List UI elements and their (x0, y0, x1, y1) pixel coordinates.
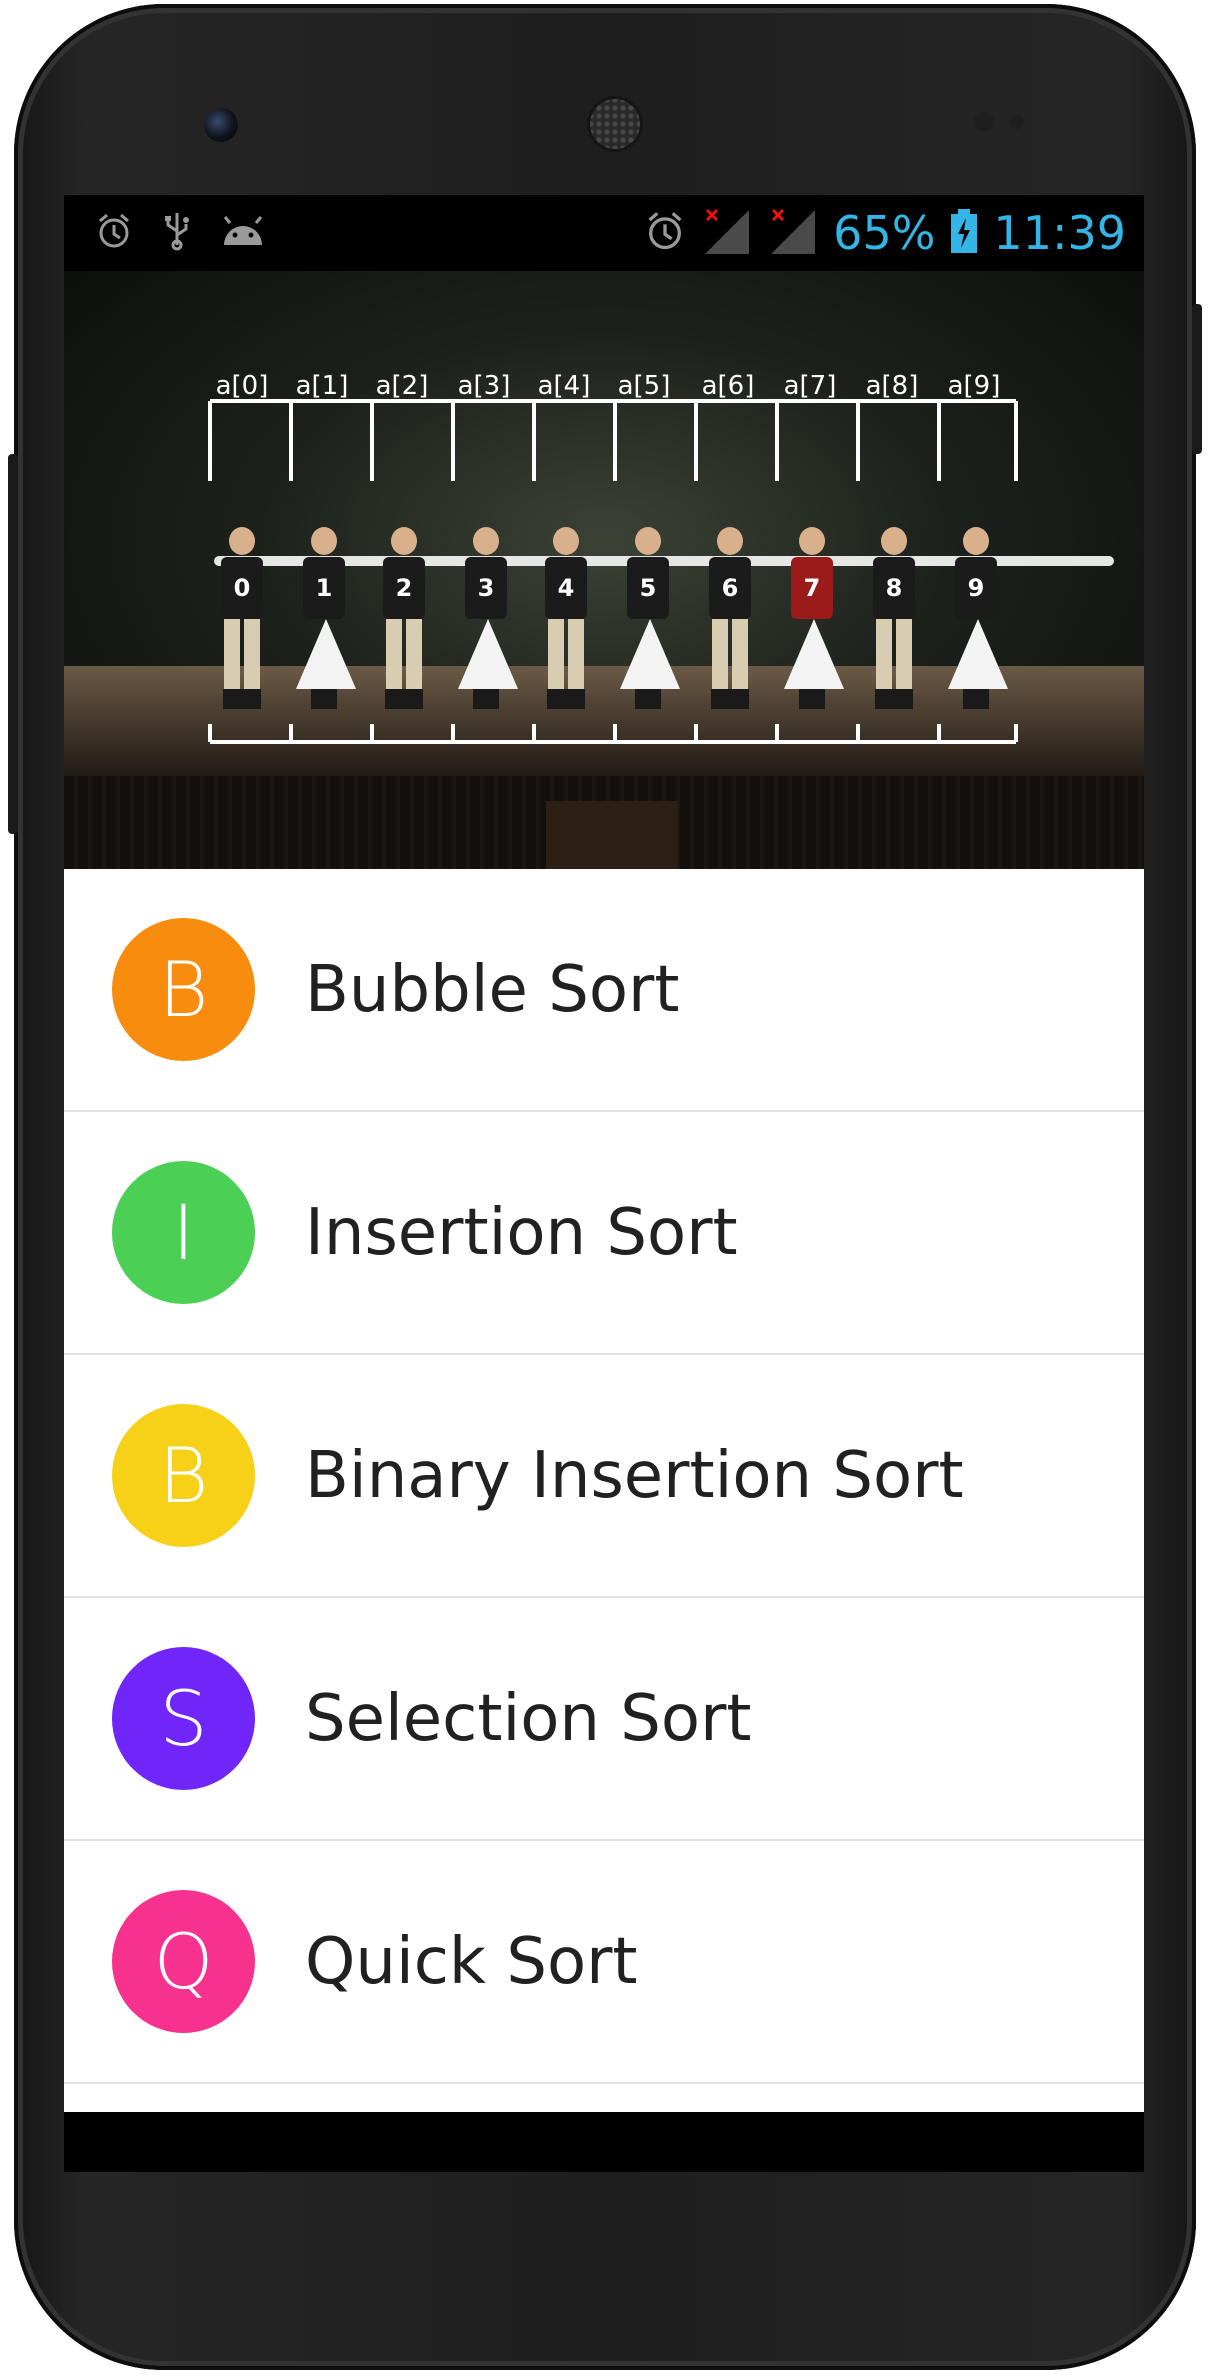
status-bar: 65% 11:39 (64, 195, 1144, 271)
screen: 65% 11:39 a[0] a[1] a[2] a[3] a[4] a[5] … (64, 195, 1144, 2112)
array-label: a[6] (701, 371, 755, 401)
android-debug-icon (220, 213, 266, 254)
array-label: a[5] (617, 371, 671, 401)
list-item-bubble-sort[interactable]: B Bubble Sort (64, 869, 1144, 1112)
list-item-label: Selection Sort (305, 1681, 752, 1756)
signal-off-icon (701, 206, 753, 261)
earpiece-speaker (587, 96, 643, 152)
array-label: a[9] (947, 371, 1001, 401)
array-label: a[8] (865, 371, 919, 401)
dancer: 1 (296, 527, 356, 709)
list-item-label: Insertion Sort (305, 1195, 738, 1270)
alarm-icon (643, 209, 687, 258)
list-item-selection-sort[interactable]: S Selection Sort (64, 1598, 1144, 1841)
bottom-bezel (64, 2112, 1144, 2172)
dancer: 6 (702, 527, 758, 709)
dancer: 0 (214, 527, 270, 709)
array-label: a[0] (215, 371, 269, 401)
array-label: a[7] (783, 371, 837, 401)
list-item-label: Quick Sort (305, 1924, 638, 1999)
avatar: S (112, 1647, 255, 1790)
array-label: a[2] (375, 371, 429, 401)
list-item-label: Binary Insertion Sort (305, 1438, 964, 1513)
dancer: 4 (538, 527, 594, 709)
volume-button (8, 454, 18, 834)
usb-icon (162, 211, 192, 256)
stage-box (546, 801, 678, 869)
proximity-sensor (974, 112, 994, 132)
list-item-insertion-sort[interactable]: I Insertion Sort (64, 1112, 1144, 1355)
dancer: 8 (866, 527, 922, 709)
clock: 11:39 (993, 206, 1126, 260)
avatar: B (112, 918, 255, 1061)
battery-charging-icon (949, 208, 979, 259)
alarm-icon (94, 211, 134, 256)
avatar: I (112, 1161, 255, 1304)
dancer: 7 (784, 527, 844, 709)
light-sensor (1010, 115, 1024, 129)
array-label: a[3] (457, 371, 511, 401)
avatar: B (112, 1404, 255, 1547)
dancer: 3 (458, 527, 518, 709)
dancer: 2 (376, 527, 432, 709)
sort-algorithm-list: B Bubble Sort I Insertion Sort B Binary … (64, 869, 1144, 2084)
dancer: 5 (620, 527, 680, 709)
signal-off-icon (767, 206, 819, 261)
front-camera-icon (204, 108, 238, 142)
array-label: a[4] (537, 371, 591, 401)
array-label: a[1] (295, 371, 349, 401)
dancer: 9 (948, 527, 1008, 709)
list-item-binary-insertion-sort[interactable]: B Binary Insertion Sort (64, 1355, 1144, 1598)
power-button (1192, 304, 1202, 454)
avatar: Q (112, 1890, 255, 2033)
battery-percent: 65% (833, 206, 936, 260)
list-item-quick-sort[interactable]: Q Quick Sort (64, 1841, 1144, 2084)
sorting-dance-banner: a[0] a[1] a[2] a[3] a[4] a[5] a[6] a[7] … (64, 271, 1144, 869)
list-item-label: Bubble Sort (305, 952, 680, 1027)
